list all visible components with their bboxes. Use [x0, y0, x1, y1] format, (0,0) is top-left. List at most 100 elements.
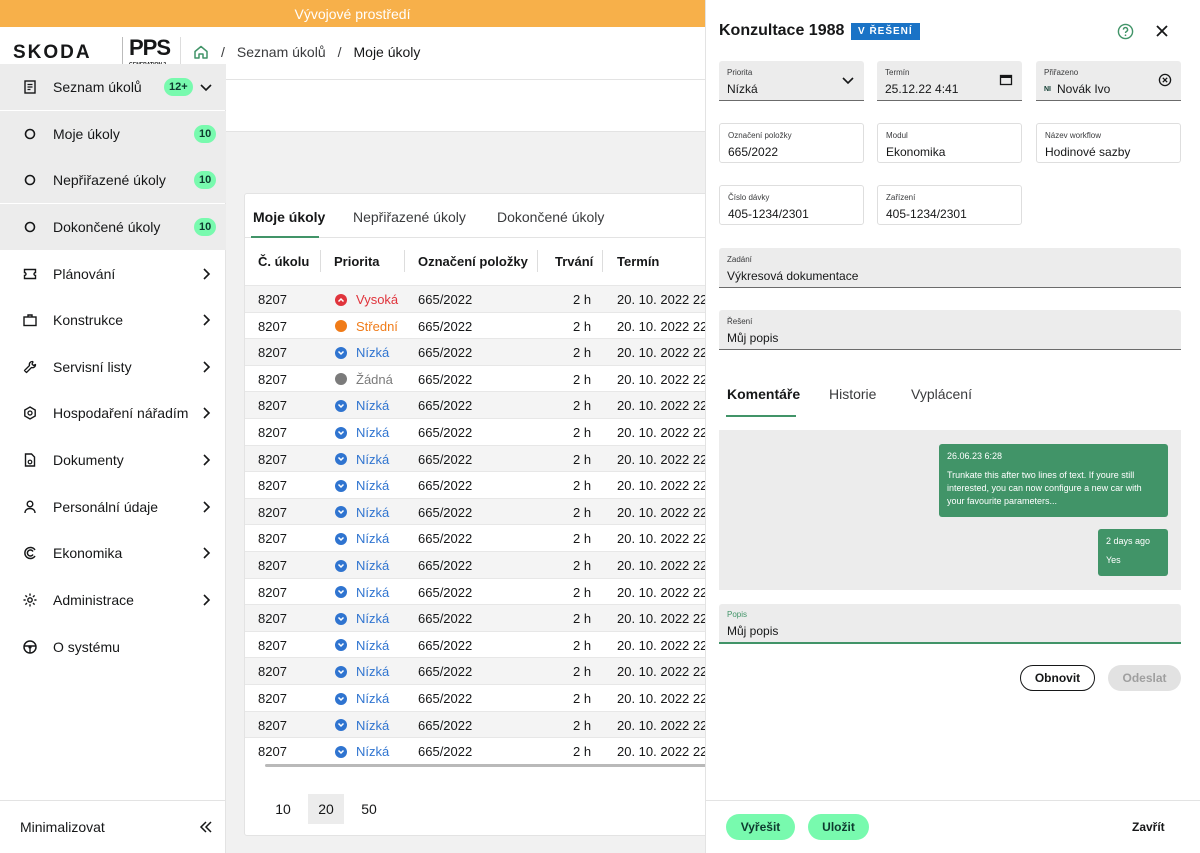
table-row[interactable]: 8207 Nízká 665/2022 2 h 20. 10. 2022 22:: [245, 444, 715, 472]
count-badge: 10: [194, 125, 217, 143]
refresh-button[interactable]: Obnovit: [1020, 665, 1095, 691]
column-header-cislo[interactable]: Č. úkolu: [258, 254, 309, 269]
sidebar-item-3[interactable]: Dokončené úkoly 10: [0, 204, 226, 250]
chevron-right-icon[interactable]: [199, 593, 213, 607]
table-row[interactable]: 8207 Nízká 665/2022 2 h 20. 10. 2022 22:: [245, 551, 715, 578]
sidebar-item-9[interactable]: Personální údaje: [0, 484, 226, 530]
sidebar-item-0[interactable]: Seznam úkolů 12+: [0, 64, 226, 110]
page-size-10[interactable]: 10: [265, 794, 301, 824]
sidebar-item-11[interactable]: Administrace: [0, 577, 226, 623]
breadcrumb-seznam-ukolu[interactable]: Seznam úkolů: [237, 44, 326, 60]
priority-select[interactable]: Priorita Nízká: [719, 61, 864, 101]
priority-cell: Nízká: [335, 452, 389, 467]
assignment-field[interactable]: Zadání Výkresová dokumentace: [719, 248, 1181, 288]
panel-footer: Vyřešit Uložit Zavřít: [706, 800, 1200, 853]
sidebar-item-7[interactable]: Hospodaření nářadím: [0, 390, 226, 436]
sidebar-item-6[interactable]: Servisní listy: [0, 344, 226, 390]
double-chevron-left-icon[interactable]: [198, 819, 214, 835]
solution-field[interactable]: Řešení Můj popis: [719, 310, 1181, 350]
priority-label: Nízká: [356, 611, 390, 627]
description-value[interactable]: Můj popis: [727, 624, 778, 638]
table-row[interactable]: 8207 Nízká 665/2022 2 h 20. 10. 2022 22:: [245, 577, 715, 605]
item-code-cell: 665/2022: [418, 504, 473, 520]
sidebar-item-5[interactable]: Konstrukce: [0, 297, 226, 343]
chevron-down-icon[interactable]: [199, 80, 213, 94]
table-row[interactable]: 8207 Nízká 665/2022 2 h 20. 10. 2022 22:: [245, 497, 715, 525]
sidebar-item-label: Hospodaření nářadím: [53, 405, 189, 421]
chevron-right-icon[interactable]: [199, 453, 213, 467]
chevron-right-icon[interactable]: [199, 406, 213, 420]
sidebar-footer[interactable]: Minimalizovat: [0, 800, 226, 853]
table-row[interactable]: 8207 Nízká 665/2022 2 h 20. 10. 2022 22:: [245, 418, 715, 445]
task-id-cell: 8207: [258, 425, 287, 440]
table-row[interactable]: 8207 Nízká 665/2022 2 h 20. 10. 2022 22:: [245, 710, 715, 738]
due-date-cell: 20. 10. 2022 22:: [617, 717, 711, 733]
table-row[interactable]: 8207 Nízká 665/2022 2 h 20. 10. 2022 22:: [245, 684, 715, 711]
assignee-field[interactable]: Přiřazeno NI Novák Ivo: [1036, 61, 1181, 101]
table-row[interactable]: 8207 Vysoká 665/2022 2 h 20. 10. 2022 22:: [245, 285, 715, 312]
priority-cell: Žádná: [335, 372, 393, 387]
tab-vyplaceni[interactable]: Vyplácení: [911, 386, 972, 402]
chevron-right-icon[interactable]: [199, 313, 213, 327]
batch-number-field: Číslo dávky 405-1234/2301: [719, 185, 864, 225]
skoda-logo[interactable]: SKODA: [13, 42, 92, 64]
table-row[interactable]: 8207 Nízká 665/2022 2 h 20. 10. 2022 22:: [245, 338, 715, 365]
table-row[interactable]: 8207 Nízká 665/2022 2 h 20. 10. 2022 22:: [245, 471, 715, 498]
help-icon[interactable]: [1117, 23, 1134, 40]
priority-label: Nízká: [356, 451, 390, 467]
table-row[interactable]: 8207 Nízká 665/2022 2 h 20. 10. 2022 22:: [245, 657, 715, 684]
column-header-trvani[interactable]: Trvání: [555, 254, 593, 269]
table-row[interactable]: 8207 Nízká 665/2022 2 h 20. 10. 2022 22:: [245, 391, 715, 418]
sidebar-item-10[interactable]: Ekonomika: [0, 530, 226, 576]
table-row[interactable]: 8207 Nízká 665/2022 2 h 20. 10. 2022 22:: [245, 604, 715, 631]
tab-komentare[interactable]: Komentáře: [727, 386, 800, 402]
tab-neprirazene-ukoly[interactable]: Nepřiřazené úkoly: [353, 209, 466, 225]
column-header-oznaceni[interactable]: Označení položky: [418, 254, 528, 269]
table-row[interactable]: 8207 Žádná 665/2022 2 h 20. 10. 2022 22:: [245, 364, 715, 392]
tab-historie[interactable]: Historie: [829, 386, 876, 402]
due-date-field[interactable]: Termín 25.12.22 4:41: [877, 61, 1022, 101]
resolve-button[interactable]: Vyřešit: [726, 814, 795, 840]
send-button[interactable]: Odeslat: [1108, 665, 1181, 691]
task-tabs: Moje úkoly Nepřiřazené úkoly Dokončené ú…: [245, 194, 715, 238]
table-row[interactable]: 8207 Nízká 665/2022 2 h 20. 10. 2022 22:: [245, 737, 715, 764]
clear-icon[interactable]: [1158, 73, 1172, 87]
sidebar-item-4[interactable]: Plánování: [0, 251, 226, 297]
table-row[interactable]: 8207 Nízká 665/2022 2 h 20. 10. 2022 22:: [245, 524, 715, 551]
minimize-label[interactable]: Minimalizovat: [20, 819, 105, 835]
close-button[interactable]: Zavřít: [1132, 820, 1165, 834]
tab-moje-ukoly[interactable]: Moje úkoly: [253, 209, 325, 225]
description-input[interactable]: Popis Můj popis: [719, 604, 1181, 644]
sidebar-item-8[interactable]: Dokumenty: [0, 437, 226, 483]
column-header-termin[interactable]: Termín: [617, 254, 659, 269]
sidebar-item-2[interactable]: Nepřiřazené úkoly 10: [0, 157, 226, 203]
home-icon[interactable]: [193, 44, 209, 60]
sidebar-item-label: Konstrukce: [53, 312, 124, 328]
priority-label: Nízká: [356, 478, 390, 494]
chevron-down-icon[interactable]: [841, 73, 855, 87]
table-row[interactable]: 8207 Střední 665/2022 2 h 20. 10. 2022 22:: [245, 311, 715, 339]
duration-cell: 2 h: [573, 744, 592, 760]
item-code-cell: 665/2022: [418, 744, 473, 760]
save-button[interactable]: Uložit: [808, 814, 869, 840]
priority-cell: Nízká: [335, 585, 389, 600]
chevron-right-icon[interactable]: [199, 267, 213, 281]
sidebar-item-12[interactable]: O systému: [0, 624, 226, 670]
calendar-icon[interactable]: [999, 73, 1013, 87]
table-row[interactable]: 8207 Nízká 665/2022 2 h 20. 10. 2022 22:: [245, 630, 715, 658]
horizontal-scrollbar[interactable]: [265, 764, 710, 767]
page-size-50[interactable]: 50: [351, 794, 387, 824]
column-header-priorita[interactable]: Priorita: [334, 254, 380, 269]
close-icon[interactable]: [1154, 23, 1170, 39]
chevron-right-icon[interactable]: [199, 360, 213, 374]
priority-cell: Nízká: [335, 345, 389, 360]
chevron-right-icon[interactable]: [199, 546, 213, 560]
tab-dokoncene-ukoly[interactable]: Dokončené úkoly: [497, 209, 604, 225]
page-size-selector: 10 20 50: [245, 794, 715, 826]
sidebar-item-1[interactable]: Moje úkoly 10: [0, 111, 226, 157]
page-size-20[interactable]: 20: [308, 794, 344, 824]
comment-thread: 26.06.23 6:28 Trunkate this after two li…: [719, 430, 1181, 590]
task-id-cell: 8207: [258, 691, 287, 706]
chevron-right-icon[interactable]: [199, 500, 213, 514]
device-label: Zařízení: [886, 193, 916, 202]
